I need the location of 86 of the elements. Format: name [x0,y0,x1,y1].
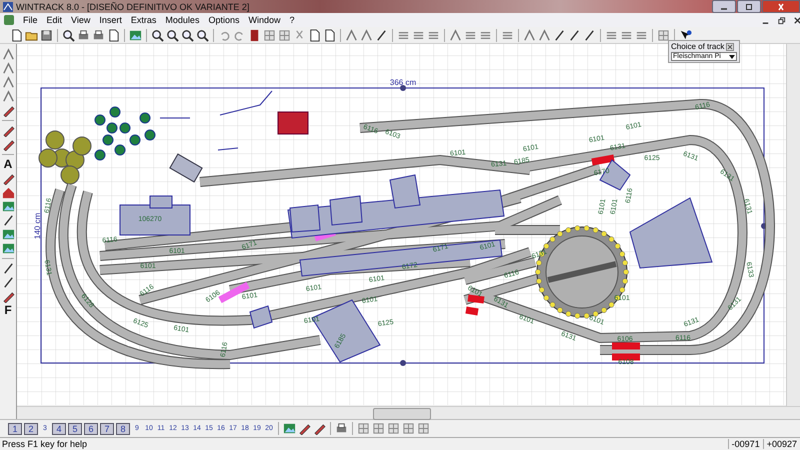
table-icon[interactable] [657,28,670,42]
app-logo-icon [3,2,13,12]
house-drawing [278,112,308,134]
track-icon[interactable] [449,28,462,42]
table-icon[interactable] [263,28,276,42]
menu-item[interactable]: Options [208,15,240,25]
layer-button[interactable]: 1 [8,422,22,434]
help-icon[interactable] [679,28,692,42]
pen-icon[interactable] [313,422,326,435]
pen-icon[interactable] [2,172,14,185]
minimize-button[interactable] [712,0,736,13]
maximize-icon [744,2,754,10]
track-icon[interactable] [2,62,14,75]
menu-item[interactable]: File [23,15,38,25]
pen-icon[interactable] [2,290,14,303]
picture-icon[interactable] [2,242,14,255]
menu-item[interactable]: View [71,15,90,25]
maximize-button[interactable] [737,0,761,13]
close-icon [776,2,786,10]
picture-icon[interactable] [2,228,14,241]
table-icon[interactable] [417,422,430,435]
line-icon[interactable] [2,214,14,227]
table-icon[interactable] [387,422,400,435]
track-icon[interactable] [360,28,373,42]
layer-button[interactable]: 8 [116,422,130,434]
track-icon[interactable] [345,28,358,42]
layer-button[interactable]: 5 [68,422,82,434]
small-building-drawing [169,153,203,183]
track-icon[interactable] [523,28,536,42]
magnifier-icon[interactable] [196,28,209,42]
x-coordinate: -00971 [728,439,763,449]
document-menu-icon[interactable] [4,15,14,25]
picture-icon[interactable] [2,200,14,213]
layer-button[interactable]: 4 [52,422,66,434]
layout-canvas[interactable] [17,44,786,405]
line-icon[interactable] [553,28,566,42]
pen-icon[interactable] [298,422,311,435]
width-dimension-label: 366 cm [390,78,416,87]
close-button[interactable] [762,0,800,13]
house-icon[interactable] [2,186,14,199]
line-icon[interactable] [2,276,14,289]
caret-icon [729,54,735,58]
magnifier-icon[interactable] [62,28,75,42]
pen-icon[interactable] [2,138,14,151]
y-coordinate: +00927 [762,439,800,449]
letter-tool-button[interactable]: A [4,158,12,171]
menu-item[interactable]: Window [248,15,280,25]
horizontal-scrollbar[interactable] [17,406,800,419]
menu-item[interactable]: ? [290,15,295,25]
picture-icon[interactable] [283,422,296,435]
track-icon[interactable] [538,28,551,42]
table-icon[interactable] [372,422,385,435]
picture-icon[interactable] [129,28,142,42]
magnifier-icon[interactable] [166,28,179,42]
vertical-scrollbar[interactable] [786,44,800,406]
printer-icon[interactable] [92,28,105,42]
window-title: WINTRACK 8.0 - [DISEÑO DEFINITIVO OK VARIANTE 2] [16,2,250,12]
table-icon[interactable] [278,28,291,42]
printer-icon[interactable] [335,422,348,435]
height-dimension-label: 140 cm [33,212,42,240]
track-icon[interactable] [2,48,14,61]
letter-tool-button[interactable]: F [4,304,12,317]
line-icon[interactable] [583,28,596,42]
pen-icon[interactable] [2,124,14,137]
menu-item[interactable]: Modules [165,15,200,25]
magnifier-icon[interactable] [181,28,194,42]
menu-item[interactable]: Edit [46,15,62,25]
track-icon[interactable] [2,76,14,89]
track-icon[interactable] [2,90,14,103]
layer-button[interactable]: 2 [24,422,38,434]
table-icon[interactable] [402,422,415,435]
line-icon[interactable] [2,262,14,275]
menu-item[interactable]: Insert [99,15,122,25]
line-icon[interactable] [568,28,581,42]
layer-button[interactable]: 6 [84,422,98,434]
table-icon[interactable] [357,422,370,435]
status-help-text: Press F1 key for help [2,439,88,449]
close-icon[interactable] [726,42,734,50]
pen-icon[interactable] [2,104,14,117]
scrollbar-thumb[interactable] [373,408,431,420]
printer-icon[interactable] [77,28,90,42]
line-icon[interactable] [375,28,388,42]
layer-button[interactable]: 7 [100,422,114,434]
magnifier-icon[interactable] [151,28,164,42]
panel-title: Choice of track [671,42,724,51]
menu-item[interactable]: Extras [130,15,156,25]
